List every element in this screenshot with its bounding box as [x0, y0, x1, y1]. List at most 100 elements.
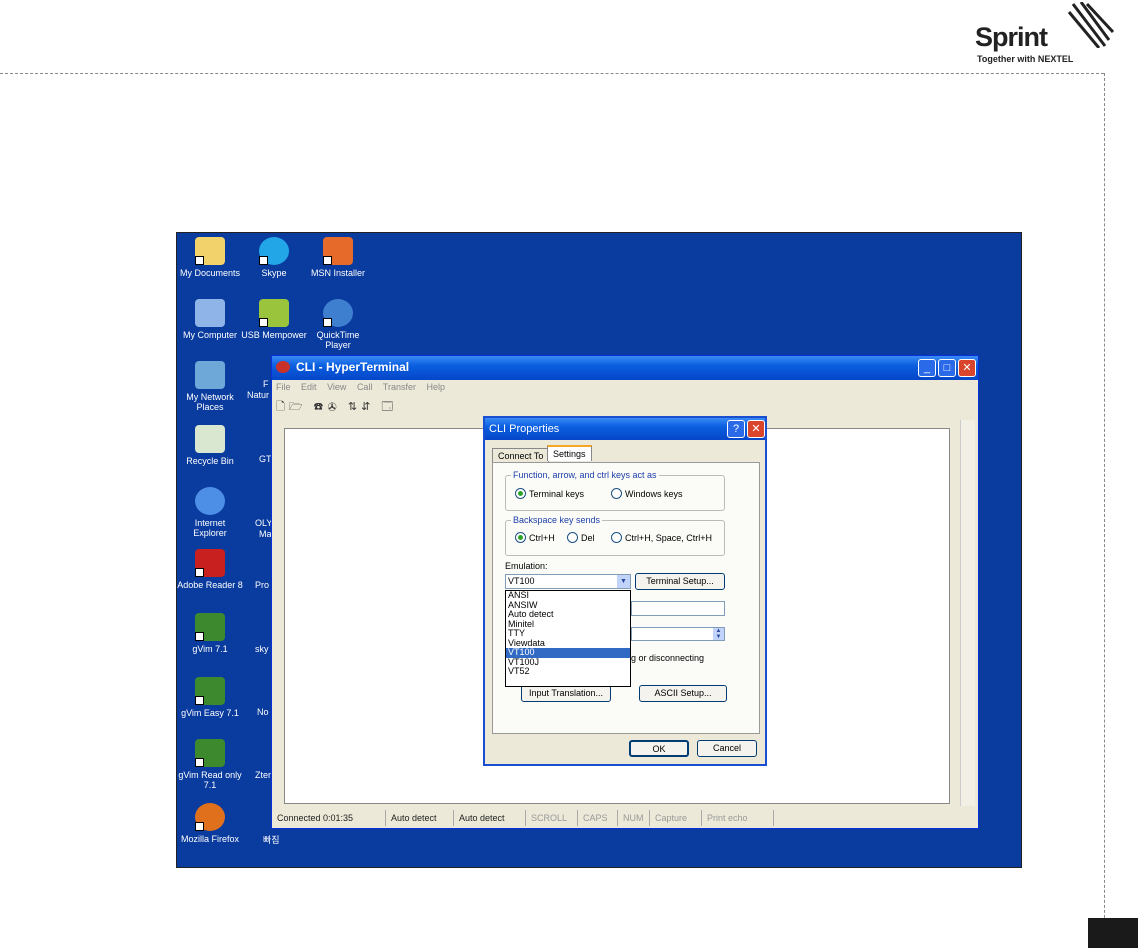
- minimize-button[interactable]: _: [918, 359, 936, 377]
- desktop-icon-my-network-places[interactable]: My Network Places: [177, 361, 243, 412]
- computer-icon: [195, 299, 225, 327]
- desktop-icon-my-documents[interactable]: My Documents: [177, 237, 243, 278]
- status-caps: CAPS: [580, 810, 618, 826]
- partial-label: Zter: [255, 770, 272, 780]
- partial-label: Pro: [255, 580, 270, 590]
- sprint-logo: Sprint Together with NEXTEL: [975, 2, 1115, 64]
- logo-tagline: Together with NEXTEL: [977, 54, 1074, 64]
- partial-label: No: [257, 707, 269, 717]
- window-title: CLI - HyperTerminal: [296, 360, 410, 374]
- hyperterminal-titlebar[interactable]: CLI - HyperTerminal _ □ ✕: [272, 356, 978, 380]
- status-print-echo: Print echo: [704, 810, 774, 826]
- cancel-button[interactable]: Cancel: [697, 740, 757, 757]
- status-capture: Capture: [652, 810, 702, 826]
- radio-ctrl-h[interactable]: Ctrl+H: [515, 532, 555, 543]
- exit-option-text: g or disconnecting: [631, 653, 705, 663]
- radio-terminal-keys[interactable]: Terminal keys: [515, 488, 584, 499]
- status-detect: Auto detect: [388, 810, 454, 826]
- desktop-icon-usb-mempower[interactable]: USB Mempower: [241, 299, 307, 340]
- desktop-icon-gvim-read-only[interactable]: gVim Read only 7.1: [177, 739, 243, 790]
- ok-button[interactable]: OK: [629, 740, 689, 757]
- desktop-icon-gvim[interactable]: gVim 7.1: [177, 613, 243, 654]
- menu-view[interactable]: View: [327, 382, 346, 392]
- radio-icon: [567, 532, 578, 543]
- menu-help[interactable]: Help: [427, 382, 446, 392]
- tab-settings[interactable]: Settings: [547, 445, 592, 461]
- partial-label: OLY: [255, 518, 273, 528]
- partial-label: 빠짐: [263, 835, 280, 845]
- ascii-setup-button[interactable]: ASCII Setup...: [639, 685, 727, 702]
- gvim-icon: [195, 739, 225, 767]
- help-button[interactable]: ?: [727, 420, 745, 438]
- folder-documents-icon: [195, 237, 225, 265]
- menu-bar: File Edit View Call Transfer Help: [276, 382, 453, 392]
- windows-desktop: My Documents My Computer My Network Plac…: [176, 232, 1022, 868]
- desktop-icon-recycle-bin[interactable]: Recycle Bin: [177, 425, 243, 466]
- tab-connect-to[interactable]: Connect To: [492, 448, 550, 463]
- close-button[interactable]: ✕: [958, 359, 976, 377]
- backscroll-buffer-input[interactable]: [631, 601, 725, 616]
- desktop-icon-quicktime[interactable]: QuickTime Player: [305, 299, 371, 350]
- hyperterminal-icon: [276, 361, 290, 373]
- page-number-tab: [1088, 918, 1138, 948]
- spinner-arrows-icon[interactable]: ▲ ▼: [713, 628, 724, 640]
- desktop-icon-my-computer[interactable]: My Computer: [177, 299, 243, 340]
- firefox-icon: [195, 803, 225, 831]
- status-detect: Auto detect: [456, 810, 526, 826]
- desktop-icon-mozilla-firefox[interactable]: Mozilla Firefox: [177, 803, 243, 844]
- logo-word: Sprint: [975, 22, 1048, 52]
- menu-edit[interactable]: Edit: [301, 382, 317, 392]
- partial-label: GT: [259, 454, 272, 464]
- partial-label: Ma: [259, 529, 272, 539]
- radio-icon: [611, 488, 622, 499]
- radio-ctrl-h-space[interactable]: Ctrl+H, Space, Ctrl+H: [611, 532, 712, 543]
- maximize-button[interactable]: □: [938, 359, 956, 377]
- radio-windows-keys[interactable]: Windows keys: [611, 488, 683, 499]
- dialog-close-button[interactable]: ✕: [747, 420, 765, 438]
- radio-selected-icon: [515, 488, 526, 499]
- status-num: NUM: [620, 810, 650, 826]
- radio-del[interactable]: Del: [567, 532, 595, 543]
- desktop-icon-gvim-easy[interactable]: gVim Easy 7.1: [177, 677, 243, 718]
- chevron-down-icon[interactable]: ▼: [617, 575, 630, 588]
- settings-panel: Function, arrow, and ctrl keys act as Te…: [492, 462, 760, 734]
- backspace-legend: Backspace key sends: [511, 515, 603, 525]
- telnet-id-spinner[interactable]: ▲ ▼: [631, 627, 725, 641]
- menu-file[interactable]: File: [276, 382, 291, 392]
- emulation-label: Emulation:: [505, 561, 548, 571]
- skype-icon: [259, 237, 289, 265]
- emulation-option[interactable]: VT52: [506, 666, 630, 677]
- input-translation-button[interactable]: Input Translation...: [521, 685, 611, 702]
- internet-explorer-icon: [195, 487, 225, 515]
- gvim-icon: [195, 677, 225, 705]
- keys-legend: Function, arrow, and ctrl keys act as: [511, 470, 659, 480]
- partial-label: Natur: [247, 390, 270, 400]
- usb-app-icon: [259, 299, 289, 327]
- menu-transfer[interactable]: Transfer: [383, 382, 416, 392]
- desktop-icon-skype[interactable]: Skype: [241, 237, 307, 278]
- partial-label: F: [263, 379, 269, 389]
- msn-butterfly-icon: [323, 237, 353, 265]
- cli-properties-dialog[interactable]: CLI Properties ? ✕ Connect To Settings F…: [483, 416, 767, 766]
- page-border-top: [0, 73, 1104, 74]
- vertical-scrollbar[interactable]: [960, 420, 975, 806]
- sprint-wing-icon: [1067, 2, 1115, 48]
- partial-label: sky: [255, 644, 269, 654]
- desktop-icon-adobe-reader[interactable]: Adobe Reader 8: [177, 549, 243, 590]
- network-icon: [195, 361, 225, 389]
- desktop-icon-internet-explorer[interactable]: Internet Explorer: [177, 487, 243, 538]
- emulation-select[interactable]: VT100 ▼: [505, 574, 631, 589]
- radio-selected-icon: [515, 532, 526, 543]
- adobe-reader-icon: [195, 549, 225, 577]
- status-scroll: SCROLL: [528, 810, 578, 826]
- terminal-setup-button[interactable]: Terminal Setup...: [635, 573, 725, 590]
- menu-call[interactable]: Call: [357, 382, 373, 392]
- gvim-icon: [195, 613, 225, 641]
- page-border-right: [1104, 73, 1105, 948]
- status-bar: Connected 0:01:35 Auto detect Auto detec…: [272, 808, 978, 828]
- dialog-title: CLI Properties: [489, 423, 560, 435]
- emulation-dropdown-list[interactable]: ANSI ANSIW Auto detect Minitel TTY Viewd…: [505, 590, 631, 687]
- desktop-icon-msn-installer[interactable]: MSN Installer: [305, 237, 371, 278]
- dialog-titlebar[interactable]: CLI Properties ? ✕: [485, 418, 765, 440]
- toolbar[interactable]: 🗋🗁 ☎✇ ⇅⇵ 🗔: [276, 398, 397, 414]
